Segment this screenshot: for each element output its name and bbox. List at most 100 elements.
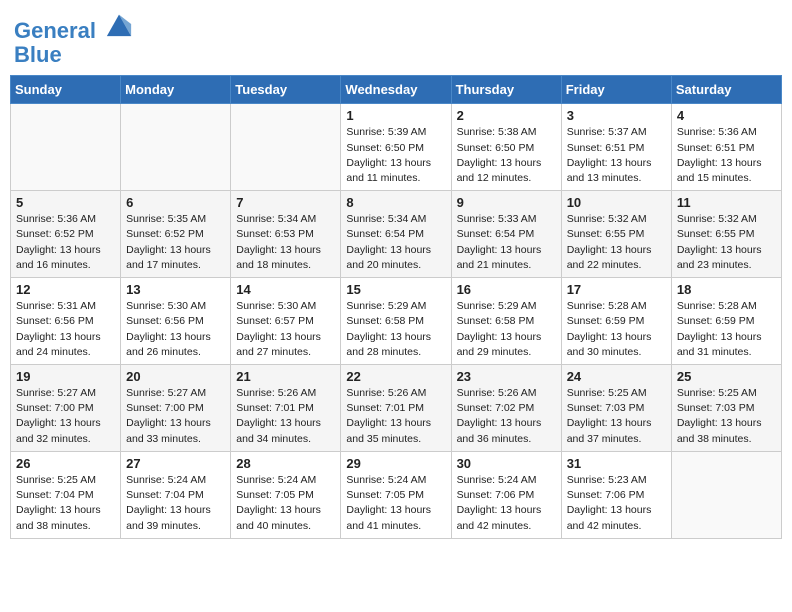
day-number: 7 bbox=[236, 195, 335, 210]
calendar-week-5: 26 Sunrise: 5:25 AM Sunset: 7:04 PM Dayli… bbox=[11, 451, 782, 538]
calendar-table: SundayMondayTuesdayWednesdayThursdayFrid… bbox=[10, 75, 782, 538]
day-info: Sunrise: 5:28 AM Sunset: 6:59 PM Dayligh… bbox=[677, 299, 776, 360]
calendar-cell: 12Sunrise: 5:31 AM Sunset: 6:56 PM Dayli… bbox=[11, 278, 121, 365]
day-info: Sunrise: 5:24 AM Sunset: 7:06 PM Dayligh… bbox=[457, 473, 556, 534]
calendar-cell: 1 Sunrise: 5:39 AM Sunset: 6:50 PM Daylig… bbox=[341, 104, 451, 191]
logo-blue: Blue bbox=[14, 43, 133, 67]
day-info: Sunrise: 5:34 AM Sunset: 6:53 PM Dayligh… bbox=[236, 212, 335, 273]
calendar-week-4: 19Sunrise: 5:27 AM Sunset: 7:00 PM Dayli… bbox=[11, 365, 782, 452]
calendar-cell: 19Sunrise: 5:27 AM Sunset: 7:00 PM Dayli… bbox=[11, 365, 121, 452]
logo-text: General bbox=[14, 10, 133, 43]
day-number: 3 bbox=[567, 108, 666, 123]
calendar-cell: 6Sunrise: 5:35 AM Sunset: 6:52 PM Daylig… bbox=[121, 191, 231, 278]
day-number: 8 bbox=[346, 195, 445, 210]
calendar-cell: 27Sunrise: 5:24 AM Sunset: 7:04 PM Dayli… bbox=[121, 451, 231, 538]
page-header: General Blue bbox=[10, 10, 782, 67]
calendar-cell: 31 Sunrise: 5:23 AM Sunset: 7:06 PM Dayli… bbox=[561, 451, 671, 538]
calendar-cell: 26 Sunrise: 5:25 AM Sunset: 7:04 PM Dayli… bbox=[11, 451, 121, 538]
calendar-cell: 11 Sunrise: 5:32 AM Sunset: 6:55 PM Dayli… bbox=[671, 191, 781, 278]
calendar-cell: 23 Sunrise: 5:26 AM Sunset: 7:02 PM Dayli… bbox=[451, 365, 561, 452]
day-number: 28 bbox=[236, 456, 335, 471]
day-info: Sunrise: 5:24 AM Sunset: 7:05 PM Dayligh… bbox=[346, 473, 445, 534]
day-info: Sunrise: 5:23 AM Sunset: 7:06 PM Dayligh… bbox=[567, 473, 666, 534]
day-number: 29 bbox=[346, 456, 445, 471]
day-number: 20 bbox=[126, 369, 225, 384]
day-number: 6 bbox=[126, 195, 225, 210]
calendar-cell: 17Sunrise: 5:28 AM Sunset: 6:59 PM Dayli… bbox=[561, 278, 671, 365]
day-header-monday: Monday bbox=[121, 76, 231, 104]
day-number: 5 bbox=[16, 195, 115, 210]
day-info: Sunrise: 5:36 AM Sunset: 6:52 PM Dayligh… bbox=[16, 212, 115, 273]
day-info: Sunrise: 5:39 AM Sunset: 6:50 PM Dayligh… bbox=[346, 125, 445, 186]
day-number: 14 bbox=[236, 282, 335, 297]
day-info: Sunrise: 5:33 AM Sunset: 6:54 PM Dayligh… bbox=[457, 212, 556, 273]
calendar-cell: 13 Sunrise: 5:30 AM Sunset: 6:56 PM Dayli… bbox=[121, 278, 231, 365]
calendar-cell bbox=[671, 451, 781, 538]
day-number: 15 bbox=[346, 282, 445, 297]
calendar-cell: 18 Sunrise: 5:28 AM Sunset: 6:59 PM Dayli… bbox=[671, 278, 781, 365]
day-header-thursday: Thursday bbox=[451, 76, 561, 104]
calendar-cell: 25 Sunrise: 5:25 AM Sunset: 7:03 PM Dayli… bbox=[671, 365, 781, 452]
day-number: 27 bbox=[126, 456, 225, 471]
day-number: 1 bbox=[346, 108, 445, 123]
day-number: 22 bbox=[346, 369, 445, 384]
day-number: 26 bbox=[16, 456, 115, 471]
day-number: 13 bbox=[126, 282, 225, 297]
day-info: Sunrise: 5:32 AM Sunset: 6:55 PM Dayligh… bbox=[567, 212, 666, 273]
day-header-saturday: Saturday bbox=[671, 76, 781, 104]
day-header-sunday: Sunday bbox=[11, 76, 121, 104]
calendar-cell: 20 Sunrise: 5:27 AM Sunset: 7:00 PM Dayli… bbox=[121, 365, 231, 452]
calendar-cell bbox=[121, 104, 231, 191]
day-number: 18 bbox=[677, 282, 776, 297]
day-info: Sunrise: 5:25 AM Sunset: 7:03 PM Dayligh… bbox=[677, 386, 776, 447]
day-info: Sunrise: 5:29 AM Sunset: 6:58 PM Dayligh… bbox=[457, 299, 556, 360]
day-info: Sunrise: 5:25 AM Sunset: 7:04 PM Dayligh… bbox=[16, 473, 115, 534]
day-number: 31 bbox=[567, 456, 666, 471]
day-info: Sunrise: 5:29 AM Sunset: 6:58 PM Dayligh… bbox=[346, 299, 445, 360]
calendar-cell: 9 Sunrise: 5:33 AM Sunset: 6:54 PM Daylig… bbox=[451, 191, 561, 278]
day-number: 2 bbox=[457, 108, 556, 123]
day-info: Sunrise: 5:28 AM Sunset: 6:59 PM Dayligh… bbox=[567, 299, 666, 360]
day-info: Sunrise: 5:30 AM Sunset: 6:57 PM Dayligh… bbox=[236, 299, 335, 360]
day-number: 9 bbox=[457, 195, 556, 210]
calendar-cell: 30 Sunrise: 5:24 AM Sunset: 7:06 PM Dayli… bbox=[451, 451, 561, 538]
calendar-cell: 16 Sunrise: 5:29 AM Sunset: 6:58 PM Dayli… bbox=[451, 278, 561, 365]
calendar-cell: 29 Sunrise: 5:24 AM Sunset: 7:05 PM Dayli… bbox=[341, 451, 451, 538]
day-header-friday: Friday bbox=[561, 76, 671, 104]
day-header-wednesday: Wednesday bbox=[341, 76, 451, 104]
calendar-cell: 3Sunrise: 5:37 AM Sunset: 6:51 PM Daylig… bbox=[561, 104, 671, 191]
day-number: 30 bbox=[457, 456, 556, 471]
calendar-header-row: SundayMondayTuesdayWednesdayThursdayFrid… bbox=[11, 76, 782, 104]
calendar-cell: 2Sunrise: 5:38 AM Sunset: 6:50 PM Daylig… bbox=[451, 104, 561, 191]
calendar-cell: 7 Sunrise: 5:34 AM Sunset: 6:53 PM Daylig… bbox=[231, 191, 341, 278]
logo-icon bbox=[105, 10, 133, 38]
calendar-cell: 10Sunrise: 5:32 AM Sunset: 6:55 PM Dayli… bbox=[561, 191, 671, 278]
calendar-cell: 5 Sunrise: 5:36 AM Sunset: 6:52 PM Daylig… bbox=[11, 191, 121, 278]
calendar-cell: 15 Sunrise: 5:29 AM Sunset: 6:58 PM Dayli… bbox=[341, 278, 451, 365]
logo-general: General bbox=[14, 18, 96, 43]
day-number: 11 bbox=[677, 195, 776, 210]
logo: General Blue bbox=[14, 10, 133, 67]
day-number: 16 bbox=[457, 282, 556, 297]
calendar-cell: 22 Sunrise: 5:26 AM Sunset: 7:01 PM Dayli… bbox=[341, 365, 451, 452]
day-number: 21 bbox=[236, 369, 335, 384]
day-number: 23 bbox=[457, 369, 556, 384]
calendar-cell: 8Sunrise: 5:34 AM Sunset: 6:54 PM Daylig… bbox=[341, 191, 451, 278]
calendar-cell: 4Sunrise: 5:36 AM Sunset: 6:51 PM Daylig… bbox=[671, 104, 781, 191]
calendar-cell: 21Sunrise: 5:26 AM Sunset: 7:01 PM Dayli… bbox=[231, 365, 341, 452]
day-info: Sunrise: 5:24 AM Sunset: 7:05 PM Dayligh… bbox=[236, 473, 335, 534]
calendar-week-1: 1 Sunrise: 5:39 AM Sunset: 6:50 PM Daylig… bbox=[11, 104, 782, 191]
day-info: Sunrise: 5:26 AM Sunset: 7:02 PM Dayligh… bbox=[457, 386, 556, 447]
day-info: Sunrise: 5:27 AM Sunset: 7:00 PM Dayligh… bbox=[126, 386, 225, 447]
calendar-cell: 14 Sunrise: 5:30 AM Sunset: 6:57 PM Dayli… bbox=[231, 278, 341, 365]
day-number: 12 bbox=[16, 282, 115, 297]
day-number: 24 bbox=[567, 369, 666, 384]
day-header-tuesday: Tuesday bbox=[231, 76, 341, 104]
day-info: Sunrise: 5:36 AM Sunset: 6:51 PM Dayligh… bbox=[677, 125, 776, 186]
day-info: Sunrise: 5:32 AM Sunset: 6:55 PM Dayligh… bbox=[677, 212, 776, 273]
day-info: Sunrise: 5:26 AM Sunset: 7:01 PM Dayligh… bbox=[346, 386, 445, 447]
day-number: 25 bbox=[677, 369, 776, 384]
day-info: Sunrise: 5:30 AM Sunset: 6:56 PM Dayligh… bbox=[126, 299, 225, 360]
day-info: Sunrise: 5:27 AM Sunset: 7:00 PM Dayligh… bbox=[16, 386, 115, 447]
calendar-cell: 24Sunrise: 5:25 AM Sunset: 7:03 PM Dayli… bbox=[561, 365, 671, 452]
